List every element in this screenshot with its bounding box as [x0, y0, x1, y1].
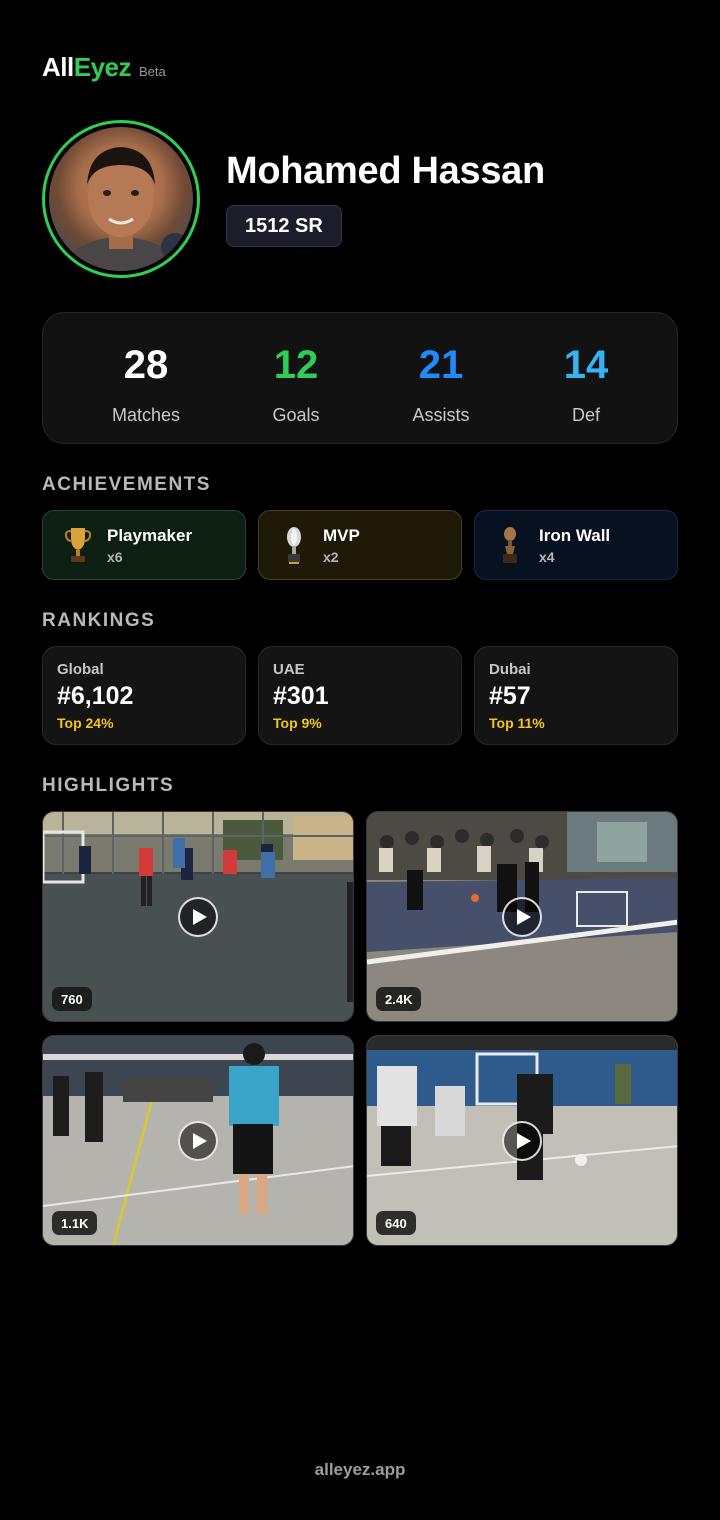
ranking-scope: Global: [57, 661, 104, 678]
ranking-percentile: Top 9%: [273, 715, 322, 731]
stat-value: 21: [418, 343, 464, 387]
ranking-position: #6,102: [57, 682, 134, 710]
ranking-scope: Dubai: [489, 661, 531, 678]
stat-label: Goals: [272, 405, 320, 425]
achievement-mvp[interactable]: MVP x2: [258, 510, 462, 580]
highlight-video[interactable]: 760: [42, 811, 354, 1022]
ranking-percentile: Top 24%: [57, 715, 114, 731]
skill-rating-badge: 1512 SR: [226, 205, 342, 247]
stat-label: Def: [571, 405, 600, 425]
gold-trophy-icon: [64, 528, 92, 562]
ranking-position: #57: [489, 682, 531, 710]
play-icon: [192, 1132, 207, 1149]
silver-trophy-icon: [287, 527, 301, 564]
play-icon: [192, 908, 207, 925]
ranking-uae: UAE #301 Top 9%: [258, 646, 462, 745]
ranking-dubai: Dubai #57 Top 11%: [474, 646, 678, 745]
brand-part-all: All: [42, 52, 74, 82]
stat-goals: 12 Goals: [226, 345, 366, 426]
achievement-name: Iron Wall: [539, 525, 611, 545]
achievement-name: Playmaker: [107, 525, 193, 545]
highlight-video[interactable]: 2.4K: [366, 811, 678, 1022]
stats-card: 28 Matches 12 Goals 21 Assists 14 Def: [42, 312, 678, 444]
ranking-position: #301: [273, 682, 329, 710]
highlight-video[interactable]: 640: [366, 1035, 678, 1246]
achievement-playmaker[interactable]: Playmaker x6: [42, 510, 246, 580]
footer-domain-link[interactable]: alleyez.app: [0, 1460, 720, 1480]
play-icon: [516, 1132, 531, 1149]
avatar-photo: [59, 147, 189, 271]
stat-label: Matches: [111, 405, 181, 425]
achievement-name: MVP: [323, 525, 360, 545]
beta-tag: Beta: [139, 64, 166, 79]
achievements-heading: ACHIEVEMENTS: [42, 474, 211, 495]
stat-label: Assists: [412, 405, 470, 425]
view-count-badge: 1.1K: [52, 1211, 98, 1235]
brand-part-eyez: Eyez: [73, 52, 132, 82]
play-icon: [516, 908, 531, 925]
ranking-percentile: Top 11%: [489, 715, 545, 731]
stat-assists: 21 Assists: [371, 345, 511, 426]
avatar: [42, 120, 200, 278]
play-button[interactable]: [502, 896, 542, 937]
play-button[interactable]: [178, 1120, 218, 1161]
highlight-video[interactable]: 1.1K: [42, 1035, 354, 1246]
ranking-global: Global #6,102 Top 24%: [42, 646, 246, 745]
achievement-count: x4: [539, 548, 555, 565]
stat-def: 14 Def: [516, 345, 656, 426]
view-count-badge: 2.4K: [376, 987, 422, 1011]
rankings-heading: RANKINGS: [42, 610, 156, 631]
brand-logo: All Eyez Beta: [42, 52, 166, 83]
view-count-badge: 640: [376, 1211, 416, 1235]
play-button[interactable]: [502, 1120, 542, 1161]
achievement-count: x2: [323, 548, 339, 565]
stat-value: 14: [563, 343, 609, 387]
player-name: Mohamed Hassan: [226, 150, 545, 192]
highlights-heading: HIGHLIGHTS: [42, 775, 175, 796]
achievement-count: x6: [107, 548, 123, 565]
bronze-trophy-icon: [503, 527, 517, 563]
ranking-scope: UAE: [273, 661, 305, 678]
play-button[interactable]: [178, 896, 218, 937]
achievement-iron-wall[interactable]: Iron Wall x4: [474, 510, 678, 580]
view-count-badge: 760: [52, 987, 92, 1011]
stat-matches: 28 Matches: [76, 345, 216, 426]
stat-value: 12: [273, 343, 319, 387]
stat-value: 28: [123, 343, 169, 387]
